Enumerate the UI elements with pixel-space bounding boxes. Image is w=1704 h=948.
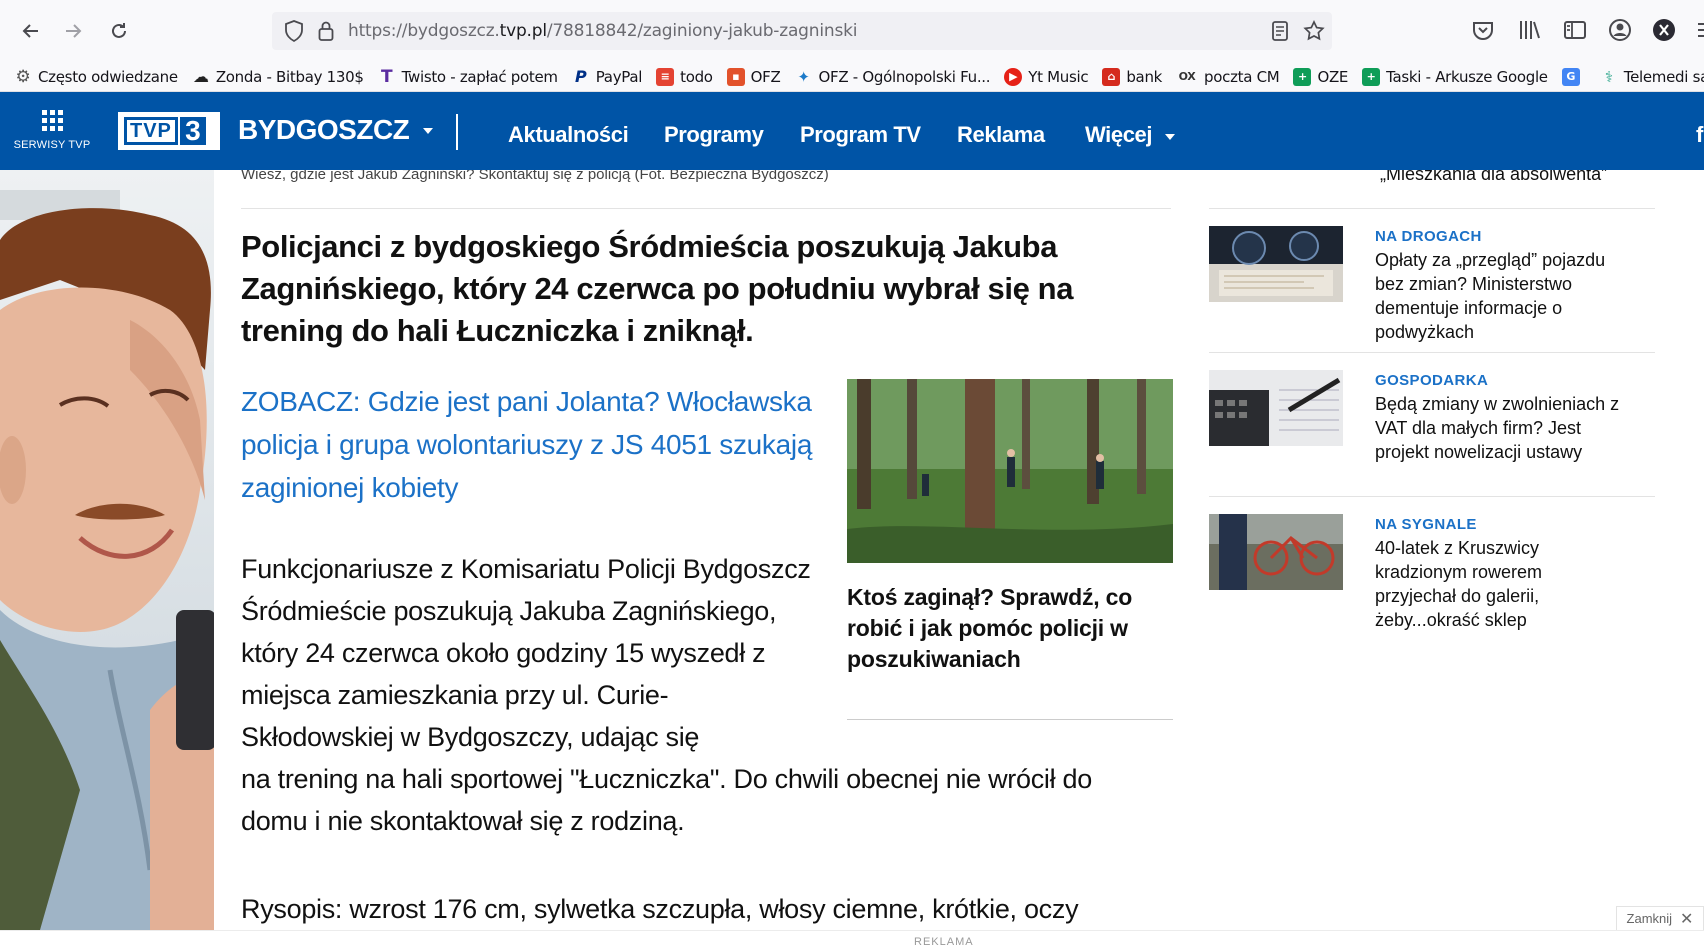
todo-icon: ≡ [656,67,675,86]
bookmark-item[interactable]: + OZE [1293,67,1348,86]
bookmark-item[interactable]: ▪ OFZ [726,67,781,86]
divider [1209,496,1655,497]
sidebar-article-thumbnail[interactable] [1209,226,1343,302]
url-text: https://bydgoszcz.tvp.pl/78818842/zagini… [348,21,858,41]
translate-icon: G [1561,67,1580,86]
reload-button[interactable] [102,14,136,48]
close-ad-button[interactable]: Zamknij ✕ [1616,906,1704,930]
sidebar-article-thumbnail[interactable] [1209,370,1343,446]
nav-reklama[interactable]: Reklama [957,122,1045,148]
bank-icon: ⌂ [1102,67,1121,86]
account-icon[interactable] [1607,17,1633,43]
menu-icon[interactable] [1690,17,1704,43]
serwisy-menu-button[interactable]: SERWISY TVP [12,110,92,151]
twisto-icon: T [380,66,393,87]
sidebar-article-title[interactable]: Opłaty za „przegląd” pojazdu bez zmian? … [1375,248,1625,344]
bookmark-item[interactable]: ⚕Telemedi santander [1600,68,1704,86]
tracking-shield-icon[interactable] [284,20,304,42]
sidebar-article-title[interactable]: Będą zmiany w zwolnieniach z VAT dla mał… [1375,392,1625,464]
sidebar-toggle-icon[interactable] [1562,17,1588,43]
bookmark-item[interactable]: P PayPal [572,67,642,86]
facebook-icon[interactable]: f [1696,122,1703,148]
bookmark-item[interactable]: G [1561,67,1586,86]
ofz-icon: ▪ [726,67,745,86]
bookmark-item[interactable]: + Taski - Arkusze Google [1362,67,1548,86]
header-divider [456,114,458,150]
ad-person-image [0,170,214,930]
dashboard-photo [1209,226,1343,302]
region-selector[interactable]: BYDGOSZCZ [238,114,410,146]
divider [241,208,1171,209]
youtube-music-icon: ▶ [1004,67,1023,86]
divider [1209,352,1655,353]
address-bar[interactable]: https://bydgoszcz.tvp.pl/78818842/zagini… [272,12,1332,50]
nav-programy[interactable]: Programy [664,122,764,148]
bookmark-item[interactable]: ≡ todo [656,67,713,86]
stethoscope-icon: ⚕ [1604,67,1613,86]
bookmark-item[interactable]: T Twisto - zapłać potem [378,66,558,87]
photo-caption: Wiesz, gdzie jest Jakub Zagniński? Skont… [241,170,829,183]
bookmark-item[interactable]: ⌂ bank [1102,67,1162,86]
divider [847,719,1173,720]
bookmark-item[interactable]: ▶ Yt Music [1004,67,1089,86]
related-article-title[interactable]: Ktoś zaginął? Sprawdź, co robić i jak po… [847,582,1147,675]
lock-icon[interactable] [318,21,334,41]
zonda-icon: ☁ [192,67,209,86]
body-paragraph-part: Funkcjonariusze z Komisariatu Policji By… [241,554,811,752]
forward-arrow-icon [66,24,82,38]
reload-icon [112,23,126,38]
ofz2-icon: ✦ [797,67,810,86]
nav-program-tv[interactable]: Program TV [800,122,921,148]
reader-view-icon[interactable] [1268,19,1292,43]
back-button[interactable] [14,14,48,48]
pocket-icon[interactable] [1470,17,1496,43]
bookmark-item[interactable]: ☁ Zonda - Bitbay 130$ [192,67,364,86]
related-article-link[interactable]: ZOBACZ: Gdzie jest pani Jolanta? Włocław… [241,380,821,509]
nav-wiecej[interactable]: Więcej [1085,122,1153,148]
back-arrow-icon [22,24,38,38]
close-icon: ✕ [1680,910,1694,928]
divider [1209,208,1655,209]
bottom-ad-strip [0,930,1704,945]
related-article-image[interactable] [847,379,1173,563]
article-content: Wiesz, gdzie jest Jakub Zagniński? Skont… [214,170,1704,930]
bookmarks-bar: ⚙ Często odwiedzane ☁ Zonda - Bitbay 130$ … [0,62,1704,92]
side-advertisement[interactable] [0,170,214,930]
body-paragraph-part: na trening na hali sportowej "Łuczniczka… [241,764,1092,836]
sidebar-article-fragment[interactable]: „Mieszkania dla absolwenta” [1380,170,1640,186]
bookmark-item[interactable]: ✦ OFZ - Ogólnopolski Fu... [794,68,990,86]
bookmark-star-icon[interactable] [1302,19,1326,43]
ad-label: REKLAMA [914,936,974,948]
forward-button[interactable] [56,14,90,48]
browser-toolbar: https://bydgoszcz.tvp.pl/78818842/zagini… [0,0,1704,62]
sidebar-article-title[interactable]: 40-latek z Kruszwicy kradzionym rowerem … [1375,536,1625,632]
grid-icon [12,110,92,131]
calculator-photo [1209,370,1343,446]
bookmark-item[interactable]: ⚙ Często odwiedzane [14,66,179,87]
sidebar-category[interactable]: NA SYGNALE [1375,516,1477,533]
sidebar-category[interactable]: GOSPODARKA [1375,372,1488,389]
paypal-icon: P [575,67,587,86]
sheets-icon: + [1293,67,1312,86]
sheets-icon: + [1362,67,1381,86]
bicycle-photo [1209,514,1343,590]
site-header: SERWISY TVP TVP 3 BYDGOSZCZ Aktualności … [0,92,1704,170]
mail-icon: OX [1178,70,1196,83]
extension-icon[interactable] [1651,17,1677,43]
chevron-down-icon[interactable] [1165,134,1175,140]
article-lead: Policjanci z bydgoskiego Śródmieścia pos… [241,229,1074,348]
tvp3-logo[interactable]: TVP 3 [118,112,220,150]
bookmark-item[interactable]: OX poczta CM [1176,68,1280,86]
sidebar-article-thumbnail[interactable] [1209,514,1343,590]
forest-photo [847,379,1173,563]
chevron-down-icon[interactable] [423,128,433,134]
sidebar-category[interactable]: NA DROGACH [1375,228,1482,245]
nav-aktualnosci[interactable]: Aktualności [508,122,629,148]
rysopis-paragraph: Rysopis: wzrost 176 cm, sylwetka szczupł… [241,894,1079,924]
gear-icon: ⚙ [15,66,31,87]
library-icon[interactable] [1516,17,1542,43]
